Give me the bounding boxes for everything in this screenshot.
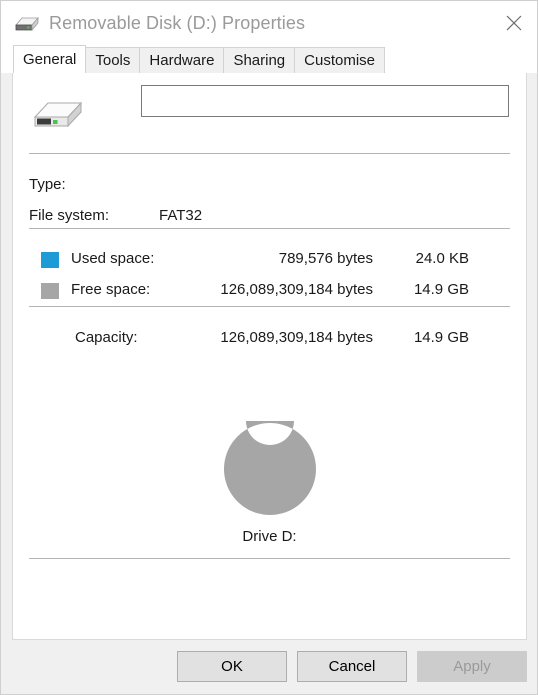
tab-general[interactable]: General bbox=[13, 45, 87, 73]
capacity-label: Capacity: bbox=[75, 329, 138, 346]
capacity-bytes: 126,089,309,184 bytes bbox=[220, 329, 373, 346]
free-space-bytes: 126,089,309,184 bytes bbox=[220, 281, 373, 298]
dialog-footer: OK Cancel Apply bbox=[1, 640, 537, 694]
volume-name-input[interactable] bbox=[141, 85, 509, 117]
free-space-swatch bbox=[41, 283, 59, 299]
free-space-size: 14.9 GB bbox=[413, 281, 469, 298]
free-space-row: Free space: 126,089,309,184 bytes 14.9 G… bbox=[29, 281, 510, 301]
type-label: Type: bbox=[29, 176, 66, 193]
volume-header-row bbox=[13, 85, 526, 137]
general-tab-panel: Type: File system: FAT32 Used space: 789… bbox=[12, 72, 527, 640]
apply-button[interactable]: Apply bbox=[417, 651, 527, 682]
divider-4 bbox=[29, 558, 510, 559]
disk-usage-donut-chart bbox=[13, 421, 526, 521]
filesystem-row: File system: FAT32 bbox=[29, 207, 202, 224]
used-space-row: Used space: 789,576 bytes 24.0 KB bbox=[29, 250, 510, 270]
type-row: Type: bbox=[29, 176, 66, 193]
drive-caption: Drive D: bbox=[242, 528, 297, 545]
tab-tools[interactable]: Tools bbox=[85, 47, 141, 73]
used-space-size: 24.0 KB bbox=[415, 250, 469, 267]
tab-customise[interactable]: Customise bbox=[294, 47, 385, 73]
divider-2 bbox=[29, 228, 510, 229]
properties-dialog: Removable Disk (D:) Properties General T… bbox=[0, 0, 538, 695]
divider-1 bbox=[29, 153, 510, 154]
title-bar: Removable Disk (D:) Properties bbox=[1, 1, 537, 45]
filesystem-label: File system: bbox=[29, 207, 110, 224]
used-space-bytes: 789,576 bytes bbox=[278, 250, 373, 267]
tab-sharing[interactable]: Sharing bbox=[223, 47, 296, 73]
used-space-label: Used space: bbox=[71, 250, 155, 267]
tab-hardware[interactable]: Hardware bbox=[139, 47, 225, 73]
removable-drive-icon bbox=[14, 12, 40, 34]
window-title: Removable Disk (D:) Properties bbox=[49, 12, 306, 33]
filesystem-value: FAT32 bbox=[159, 207, 203, 224]
cancel-button[interactable]: Cancel bbox=[297, 651, 407, 682]
ok-button[interactable]: OK bbox=[177, 651, 287, 682]
capacity-row: Capacity: 126,089,309,184 bytes 14.9 GB bbox=[29, 329, 510, 349]
free-space-label: Free space: bbox=[71, 281, 151, 298]
capacity-size: 14.9 GB bbox=[413, 329, 469, 346]
close-icon[interactable] bbox=[491, 1, 537, 45]
removable-drive-large-icon bbox=[31, 93, 87, 133]
divider-3 bbox=[29, 306, 510, 307]
tab-strip: General Tools Hardware Sharing Customise bbox=[1, 45, 537, 73]
used-space-swatch bbox=[41, 252, 59, 268]
